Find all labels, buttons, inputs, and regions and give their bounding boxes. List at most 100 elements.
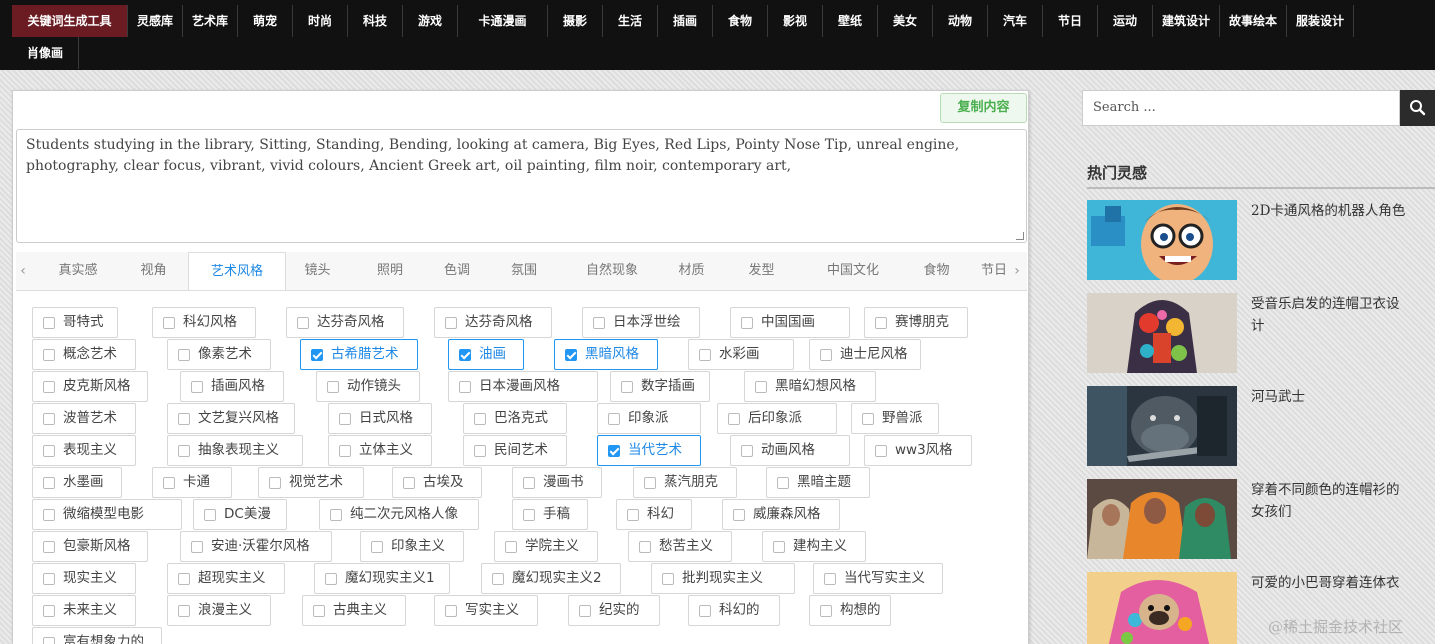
checkbox-icon[interactable] — [662, 573, 674, 585]
checkbox-icon[interactable] — [43, 509, 55, 521]
style-option[interactable]: 动作镜头 — [316, 371, 420, 402]
checkbox-icon[interactable] — [741, 445, 753, 457]
style-option[interactable]: 魔幻现实主义2 — [481, 563, 621, 594]
checkbox-icon[interactable] — [330, 509, 342, 521]
checkbox-icon[interactable] — [178, 605, 190, 617]
style-option[interactable]: 漫画书 — [512, 467, 602, 498]
style-option[interactable]: ww3风格 — [864, 435, 972, 466]
post-title-link[interactable]: 2D卡通风格的机器人角色 — [1251, 200, 1411, 222]
checkbox-icon[interactable] — [505, 541, 517, 553]
tab[interactable]: 艺术风格 — [188, 252, 286, 290]
style-option[interactable]: 插画风格 — [180, 371, 284, 402]
style-option[interactable]: 微缩模型电影 — [32, 499, 182, 530]
post-title-link[interactable]: 可爱的小巴哥穿着连体衣 — [1251, 572, 1411, 594]
style-option[interactable]: 科幻 — [616, 499, 692, 530]
style-option[interactable]: 概念艺术 — [32, 339, 136, 370]
checkbox-icon[interactable] — [627, 509, 639, 521]
checkbox-icon[interactable] — [733, 509, 745, 521]
nav-item[interactable]: 故事绘本 — [1220, 5, 1287, 37]
style-option[interactable]: 日本漫画风格 — [448, 371, 598, 402]
style-option[interactable]: 印象主义 — [360, 531, 464, 562]
tabs-prev-arrow-icon[interactable]: ‹ — [16, 252, 30, 290]
checkbox-icon[interactable] — [43, 349, 55, 361]
checkbox-icon[interactable] — [339, 445, 351, 457]
style-option[interactable]: 像素艺术 — [167, 339, 271, 370]
nav-item[interactable]: 汽车 — [988, 5, 1043, 37]
style-option[interactable]: 未来主义 — [32, 595, 136, 626]
checkbox-icon[interactable] — [523, 477, 535, 489]
checkbox-icon[interactable] — [875, 317, 887, 329]
style-option[interactable]: 达芬奇风格 — [286, 307, 404, 338]
search-input[interactable]: Search ... — [1082, 90, 1400, 126]
checkbox-icon[interactable] — [371, 541, 383, 553]
style-option[interactable]: 当代艺术 — [597, 435, 701, 466]
checkbox-icon[interactable] — [43, 317, 55, 329]
checkbox-icon[interactable] — [459, 349, 471, 361]
checkbox-icon[interactable] — [269, 477, 281, 489]
checkbox-icon[interactable] — [163, 317, 175, 329]
nav-item[interactable]: 影视 — [768, 5, 823, 37]
post-title-link[interactable]: 受音乐启发的连帽卫衣设计 — [1251, 293, 1411, 337]
style-option[interactable]: 魔幻现实主义1 — [314, 563, 450, 594]
style-option[interactable]: 批判现实主义 — [651, 563, 795, 594]
style-option[interactable]: 科幻风格 — [152, 307, 256, 338]
style-option[interactable]: 古希腊艺术 — [300, 339, 418, 370]
style-option[interactable]: 波普艺术 — [32, 403, 136, 434]
nav-item[interactable]: 建筑设计 — [1153, 5, 1220, 37]
style-option[interactable]: 科幻的 — [688, 595, 780, 626]
resize-handle-icon[interactable] — [1016, 232, 1024, 240]
style-option[interactable]: 手稿 — [512, 499, 588, 530]
checkbox-icon[interactable] — [579, 605, 591, 617]
nav-item[interactable]: 动物 — [933, 5, 988, 37]
style-option[interactable]: 浪漫主义 — [167, 595, 271, 626]
style-option[interactable]: 抽象表现主义 — [167, 435, 303, 466]
nav-item[interactable]: 科技 — [348, 5, 403, 37]
style-option[interactable]: 黑暗幻想风格 — [744, 371, 876, 402]
style-option[interactable]: 安迪·沃霍尔风格 — [180, 531, 332, 562]
nav-item[interactable]: 插画 — [658, 5, 713, 37]
style-option[interactable]: 包豪斯风格 — [32, 531, 148, 562]
nav-item[interactable]: 摄影 — [548, 5, 603, 37]
style-option[interactable]: 学院主义 — [494, 531, 598, 562]
checkbox-icon[interactable] — [459, 381, 471, 393]
tab[interactable]: 镜头 — [284, 252, 351, 290]
post-thumbnail-music-hoodie[interactable] — [1087, 293, 1237, 373]
checkbox-icon[interactable] — [297, 317, 309, 329]
post-thumbnail-hippo-warrior[interactable] — [1087, 386, 1237, 466]
style-option[interactable]: 威廉森风格 — [722, 499, 840, 530]
checkbox-icon[interactable] — [43, 477, 55, 489]
checkbox-icon[interactable] — [820, 605, 832, 617]
copy-content-button[interactable]: 复制内容 — [940, 93, 1027, 123]
checkbox-icon[interactable] — [755, 381, 767, 393]
style-option[interactable]: 现实主义 — [32, 563, 136, 594]
nav-item[interactable]: 运动 — [1098, 5, 1153, 37]
style-option[interactable]: 油画 — [448, 339, 524, 370]
tab[interactable]: 氛围 — [488, 252, 560, 290]
checkbox-icon[interactable] — [445, 317, 457, 329]
style-option[interactable]: 建构主义 — [762, 531, 866, 562]
style-option[interactable]: 皮克斯风格 — [32, 371, 148, 402]
style-option[interactable]: 写实主义 — [434, 595, 538, 626]
style-option[interactable]: 黑暗风格 — [554, 339, 658, 370]
checkbox-icon[interactable] — [313, 605, 325, 617]
style-option[interactable]: 构想的 — [809, 595, 891, 626]
checkbox-icon[interactable] — [728, 413, 740, 425]
style-option[interactable]: 迪士尼风格 — [809, 339, 921, 370]
checkbox-icon[interactable] — [474, 445, 486, 457]
tab[interactable]: 真实感 — [34, 252, 122, 290]
nav-item[interactable]: 服装设计 — [1287, 5, 1354, 37]
checkbox-icon[interactable] — [43, 573, 55, 585]
style-option[interactable]: 黑暗主题 — [766, 467, 870, 498]
checkbox-icon[interactable] — [565, 349, 577, 361]
checkbox-icon[interactable] — [474, 413, 486, 425]
nav-item[interactable]: 萌宠 — [238, 5, 293, 37]
nav-item[interactable]: 肖像画 — [12, 37, 79, 69]
style-option[interactable]: 印象派 — [597, 403, 701, 434]
tab[interactable]: 发型 — [729, 252, 794, 290]
tab[interactable]: 照明 — [354, 252, 426, 290]
checkbox-icon[interactable] — [492, 573, 504, 585]
nav-item[interactable]: 灵感库 — [128, 5, 183, 37]
checkbox-icon[interactable] — [311, 349, 323, 361]
style-option[interactable]: 水墨画 — [32, 467, 122, 498]
style-option[interactable]: 赛博朋克 — [864, 307, 968, 338]
